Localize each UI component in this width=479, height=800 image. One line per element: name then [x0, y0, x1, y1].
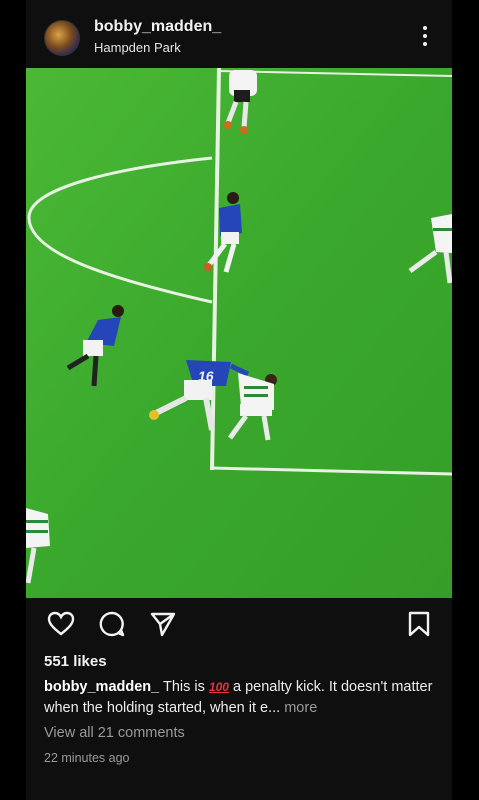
heart-icon[interactable] — [46, 609, 76, 639]
hundred-points-icon: 100 — [208, 680, 229, 694]
caption-pre: This is — [163, 679, 205, 695]
avatar[interactable] — [44, 20, 80, 56]
comment-icon[interactable] — [97, 609, 127, 639]
post-actions — [26, 605, 452, 645]
view-comments-link[interactable]: View all 21 comments — [44, 725, 185, 741]
post-card: bobby_madden_ Hampden Park 16 551 likes … — [26, 0, 452, 800]
post-timestamp: 22 minutes ago — [44, 751, 130, 765]
likes-count[interactable]: 551 likes — [44, 653, 107, 670]
more-vertical-icon[interactable] — [418, 24, 432, 48]
pitch-grass — [26, 68, 452, 598]
post-photo[interactable]: 16 — [26, 68, 452, 598]
post-caption: bobby_madden_ This is 100 a penalty kick… — [44, 677, 444, 719]
post-header: bobby_madden_ Hampden Park — [26, 0, 452, 68]
post-location[interactable]: Hampden Park — [94, 40, 181, 55]
pitch-image: 16 — [26, 68, 452, 598]
post-username[interactable]: bobby_madden_ — [94, 18, 221, 36]
share-icon[interactable] — [148, 609, 178, 639]
caption-more-link[interactable]: more — [284, 700, 317, 716]
caption-username[interactable]: bobby_madden_ — [44, 679, 159, 695]
bookmark-icon[interactable] — [404, 609, 434, 639]
